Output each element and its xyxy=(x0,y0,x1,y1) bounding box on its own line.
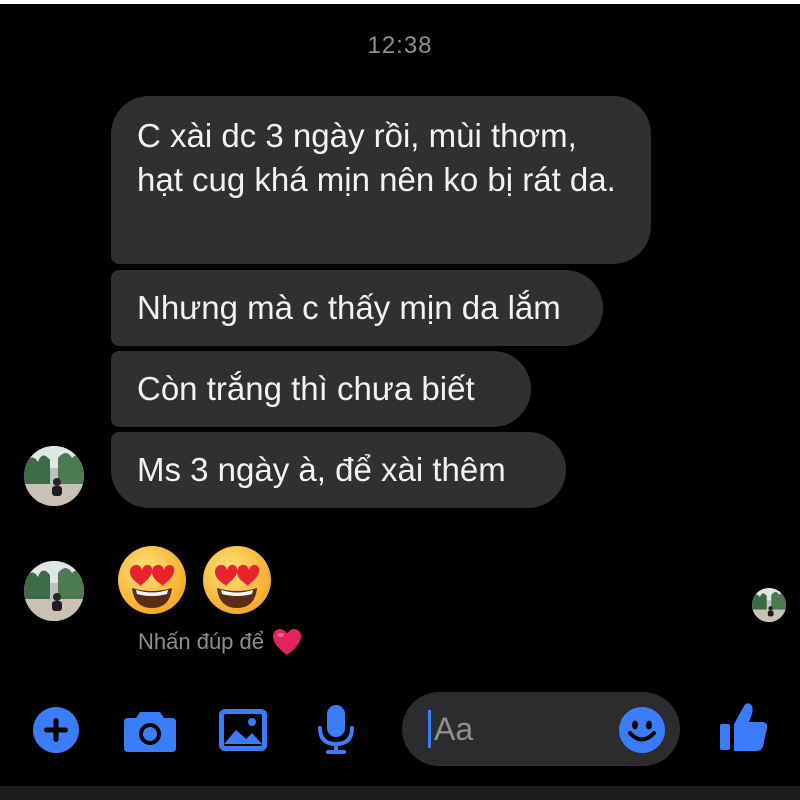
heart-eyes-emoji[interactable] xyxy=(201,544,273,616)
plus-icon[interactable] xyxy=(32,706,80,759)
message-timestamp: 12:38 xyxy=(367,32,433,59)
input-placeholder: Aa xyxy=(434,711,474,747)
status-strip xyxy=(0,0,800,4)
camera-icon[interactable] xyxy=(122,708,178,759)
message-bubble[interactable]: Nhưng mà c thấy mịn da lắm xyxy=(111,270,603,346)
red-heart-icon xyxy=(272,628,302,656)
message-bubble[interactable]: Ms 3 ngày à, để xài thêm xyxy=(111,432,566,508)
smiley-icon[interactable] xyxy=(618,706,666,759)
text-caret xyxy=(428,710,431,748)
sender-avatar[interactable] xyxy=(24,446,84,506)
hint-text: Nhấn đúp để xyxy=(138,629,264,654)
bottom-bar xyxy=(0,786,800,800)
read-receipt-avatar xyxy=(752,588,786,622)
message-text: Nhưng mà c thấy mịn da lắm xyxy=(137,289,561,326)
message-text: C xài dc 3 ngày rồi, mùi thơm, hạt cug k… xyxy=(137,117,616,198)
heart-eyes-emoji[interactable] xyxy=(116,544,188,616)
microphone-icon[interactable] xyxy=(316,704,356,761)
message-bubble[interactable]: C xài dc 3 ngày rồi, mùi thơm, hạt cug k… xyxy=(111,96,651,264)
message-text: Ms 3 ngày à, để xài thêm xyxy=(137,451,506,488)
image-icon[interactable] xyxy=(218,706,268,759)
thumbs-up-icon[interactable] xyxy=(718,700,770,759)
sender-avatar[interactable] xyxy=(24,561,84,621)
message-text: Còn trắng thì chưa biết xyxy=(137,370,475,407)
double-tap-hint: Nhấn đúp để xyxy=(138,628,302,656)
message-input[interactable]: Aa xyxy=(402,692,680,766)
message-bubble[interactable]: Còn trắng thì chưa biết xyxy=(111,351,531,427)
